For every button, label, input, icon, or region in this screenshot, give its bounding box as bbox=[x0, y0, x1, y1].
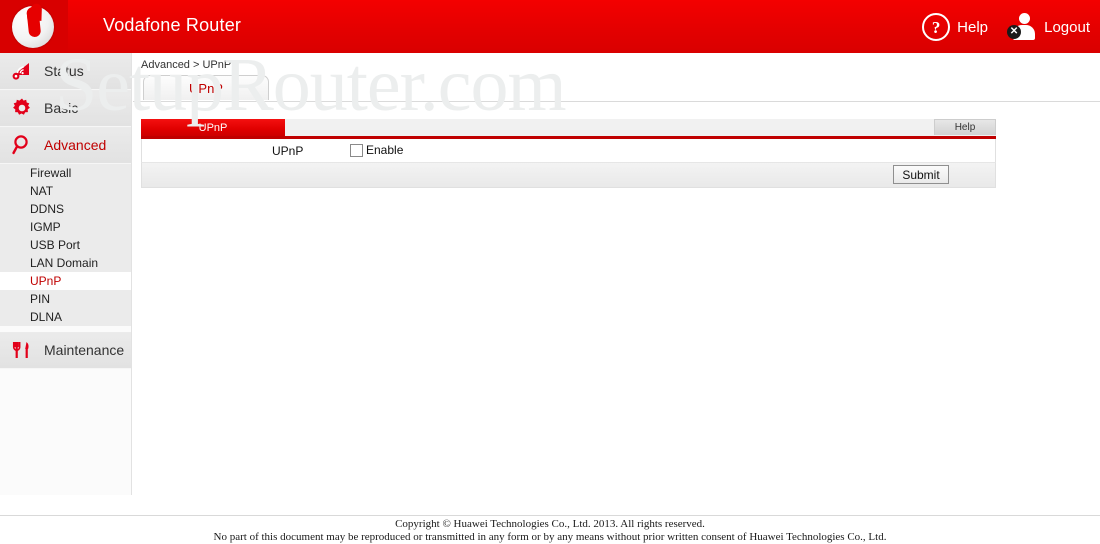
logout-button-label: Logout bbox=[1044, 18, 1090, 36]
panel-header: UPnP Help bbox=[141, 119, 996, 139]
sidebar-subitem-label: NAT bbox=[30, 184, 54, 198]
panel-body: UPnP Enable bbox=[141, 139, 996, 162]
footer-divider bbox=[0, 515, 1100, 516]
footer-legal-notice: No part of this document may be reproduc… bbox=[213, 531, 887, 543]
panel-help-tab[interactable]: Help bbox=[934, 119, 996, 135]
sidebar-subitem-pin[interactable]: PIN bbox=[0, 290, 131, 308]
vodafone-logo bbox=[12, 6, 54, 48]
help-button-label: Help bbox=[957, 18, 988, 36]
sidebar-item-basic[interactable]: Basic bbox=[0, 90, 131, 127]
sidebar-item-status[interactable]: Status bbox=[0, 53, 131, 90]
upnp-panel: UPnP Help UPnP Enable Submit bbox=[141, 119, 996, 188]
vodafone-comma-mark bbox=[26, 11, 42, 38]
sidebar-subitem-ddns[interactable]: DDNS bbox=[0, 200, 131, 218]
sidebar-item-maintenance-label: Maintenance bbox=[44, 342, 125, 358]
sidebar-subitem-firewall[interactable]: Firewall bbox=[0, 164, 131, 182]
sidebar-subitem-label: LAN Domain bbox=[30, 256, 99, 270]
sidebar-subitem-label: Firewall bbox=[30, 166, 72, 180]
sidebar-subitem-igmp[interactable]: IGMP bbox=[0, 218, 131, 236]
panel-tab-upnp[interactable]: UPnP bbox=[141, 119, 285, 136]
sidebar-subitem-label: DDNS bbox=[30, 202, 65, 216]
logo-container bbox=[0, 0, 68, 53]
page-title: Vodafone Router bbox=[103, 15, 242, 35]
user-logout-icon: ✕ bbox=[1007, 12, 1037, 42]
sidebar-item-maintenance[interactable]: Maintenance bbox=[0, 332, 131, 369]
breadcrumb: Advanced > UPnP bbox=[141, 59, 232, 71]
sidebar: Status Basic Advanced Firewall NAT DDNS … bbox=[0, 53, 132, 495]
magnifier-icon bbox=[0, 134, 44, 156]
footer-copyright: Copyright © Huawei Technologies Co., Ltd… bbox=[395, 518, 705, 530]
sidebar-item-status-label: Status bbox=[44, 63, 84, 79]
sidebar-subitem-label: DLNA bbox=[30, 310, 63, 324]
sidebar-subitem-usb-port[interactable]: USB Port bbox=[0, 236, 131, 254]
sidebar-subitem-label: IGMP bbox=[30, 220, 61, 234]
user-head-shape bbox=[1019, 13, 1031, 24]
content-area: Advanced > UPnP UPnP UPnP Help UPnP Enab… bbox=[133, 53, 1100, 495]
panel-footer: Submit bbox=[141, 162, 996, 188]
sidebar-subitem-label: PIN bbox=[30, 292, 51, 306]
upnp-field-label: UPnP bbox=[272, 144, 304, 158]
tab-upnp[interactable]: UPnP bbox=[143, 75, 269, 100]
sidebar-item-advanced[interactable]: Advanced bbox=[0, 127, 131, 164]
wifi-signal-gear-icon bbox=[0, 61, 44, 81]
sidebar-subitem-label: USB Port bbox=[30, 238, 81, 252]
gear-icon bbox=[0, 97, 44, 119]
sidebar-submenu-advanced: Firewall NAT DDNS IGMP USB Port LAN Doma… bbox=[0, 164, 131, 326]
sidebar-subitem-upnp[interactable]: UPnP bbox=[0, 272, 131, 290]
sidebar-item-advanced-label: Advanced bbox=[44, 137, 107, 153]
question-mark-circle-icon: ? bbox=[922, 13, 951, 41]
logout-button[interactable]: ✕ Logout bbox=[1007, 12, 1090, 42]
tab-bar: UPnP bbox=[133, 75, 1100, 102]
logout-x-badge: ✕ bbox=[1007, 25, 1022, 39]
footer: Copyright © Huawei Technologies Co., Ltd… bbox=[0, 518, 1100, 544]
sidebar-subitem-dlna[interactable]: DLNA bbox=[0, 308, 131, 326]
upnp-enable-control: Enable bbox=[350, 143, 403, 157]
sidebar-item-basic-label: Basic bbox=[44, 100, 79, 116]
upnp-enable-checkbox-label[interactable]: Enable bbox=[366, 143, 403, 157]
submit-button[interactable]: Submit bbox=[893, 165, 949, 184]
upnp-enable-checkbox[interactable] bbox=[350, 143, 363, 157]
fork-knife-tools-icon bbox=[0, 339, 44, 361]
sidebar-subitem-nat[interactable]: NAT bbox=[0, 182, 131, 200]
help-button[interactable]: ? Help bbox=[922, 12, 988, 42]
sidebar-subitem-lan-domain[interactable]: LAN Domain bbox=[0, 254, 131, 272]
app-header: Vodafone Router ? Help ✕ Logout bbox=[0, 0, 1100, 53]
sidebar-subitem-label: UPnP bbox=[30, 274, 62, 288]
